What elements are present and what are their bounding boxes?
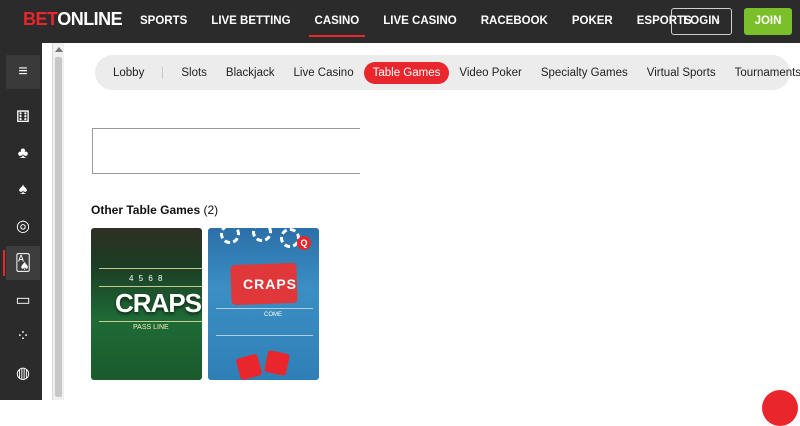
poker-chip-icon[interactable]: ◎ <box>6 209 40 243</box>
sidebar-gap <box>42 43 52 400</box>
tab-virtual-sports[interactable]: Virtual Sports <box>647 67 716 79</box>
dots-icon[interactable]: ⁘ <box>6 319 40 353</box>
dice-icon[interactable]: ⚅ <box>6 100 40 134</box>
scrollbar-thumb[interactable] <box>55 57 62 397</box>
table-line <box>99 286 202 287</box>
provider-badge: Q <box>297 236 311 250</box>
main-nav: SPORTS LIVE BETTING CASINO LIVE CASINO R… <box>140 0 720 43</box>
nav-casino[interactable]: CASINO <box>308 0 365 43</box>
section-count: (2) <box>203 203 219 217</box>
tab-table-games[interactable]: Table Games <box>363 61 450 84</box>
table-line <box>99 321 202 322</box>
come-label: COME <box>264 312 282 318</box>
game-card-craps-2[interactable]: Q CRAPS COME <box>208 228 319 380</box>
tab-specialty-games[interactable]: Specialty Games <box>541 67 628 79</box>
tab-slots[interactable]: Slots <box>181 67 207 79</box>
betonline-logo[interactable]: BETONLINE <box>23 9 123 30</box>
chat-button[interactable] <box>762 390 798 426</box>
spade-icon[interactable]: ♠ <box>6 173 40 207</box>
left-sidebar: ≡ ⚅ ♣ ♠ ◎ 🂡 ▭ ⁘ ◍ <box>0 43 42 400</box>
nav-live-betting[interactable]: LIVE BETTING <box>211 0 290 43</box>
tab-blackjack[interactable]: Blackjack <box>226 67 275 79</box>
join-button[interactable]: JOIN <box>744 8 792 35</box>
tab-tournaments[interactable]: Tournaments <box>735 67 800 79</box>
search-input[interactable] <box>92 128 360 174</box>
dice-icon <box>263 349 291 377</box>
top-navigation-bar: BETONLINE SPORTS LIVE BETTING CASINO LIV… <box>0 0 800 43</box>
section-title-text: Other Table Games <box>91 203 201 217</box>
laptop-icon[interactable]: ▭ <box>6 283 40 317</box>
cards-icon[interactable]: 🂡 <box>3 246 40 280</box>
logo-bet-text: BET <box>23 9 58 29</box>
category-tabs: Lobby Slots Blackjack Live Casino Table … <box>95 55 800 90</box>
game-card-craps[interactable]: 4 5 6 8 CRAPS PASS LINE <box>91 228 202 380</box>
game-title: CRAPS <box>115 288 202 318</box>
tab-video-poker[interactable]: Video Poker <box>459 67 521 79</box>
nav-live-casino[interactable]: LIVE CASINO <box>383 0 456 43</box>
pass-line-label: PASS LINE <box>133 324 169 331</box>
logo-online-text: ONLINE <box>57 9 123 29</box>
nav-poker[interactable]: POKER <box>572 0 613 43</box>
game-title: CRAPS <box>243 276 298 292</box>
login-button[interactable]: LOGIN <box>671 8 732 35</box>
nav-racebook[interactable]: RACEBOOK <box>481 0 548 43</box>
scrollbar[interactable] <box>52 43 64 400</box>
dice-icon <box>235 353 263 380</box>
menu-icon[interactable]: ≡ <box>6 55 40 89</box>
nav-sports[interactable]: SPORTS <box>140 0 187 43</box>
table-line <box>99 268 202 269</box>
section-title: Other Table Games (2) <box>91 203 218 217</box>
tab-live-casino[interactable]: Live Casino <box>294 67 354 79</box>
poker-chip-icon <box>252 228 272 242</box>
poker-chip-icon <box>220 228 240 244</box>
craps-numbers: 4 5 6 8 <box>129 274 163 283</box>
basketball-icon[interactable]: ◍ <box>6 356 40 390</box>
scroll-up-arrow-icon[interactable] <box>55 47 63 52</box>
cherries-icon[interactable]: ♣ <box>6 137 40 171</box>
tab-lobby[interactable]: Lobby <box>113 66 164 79</box>
